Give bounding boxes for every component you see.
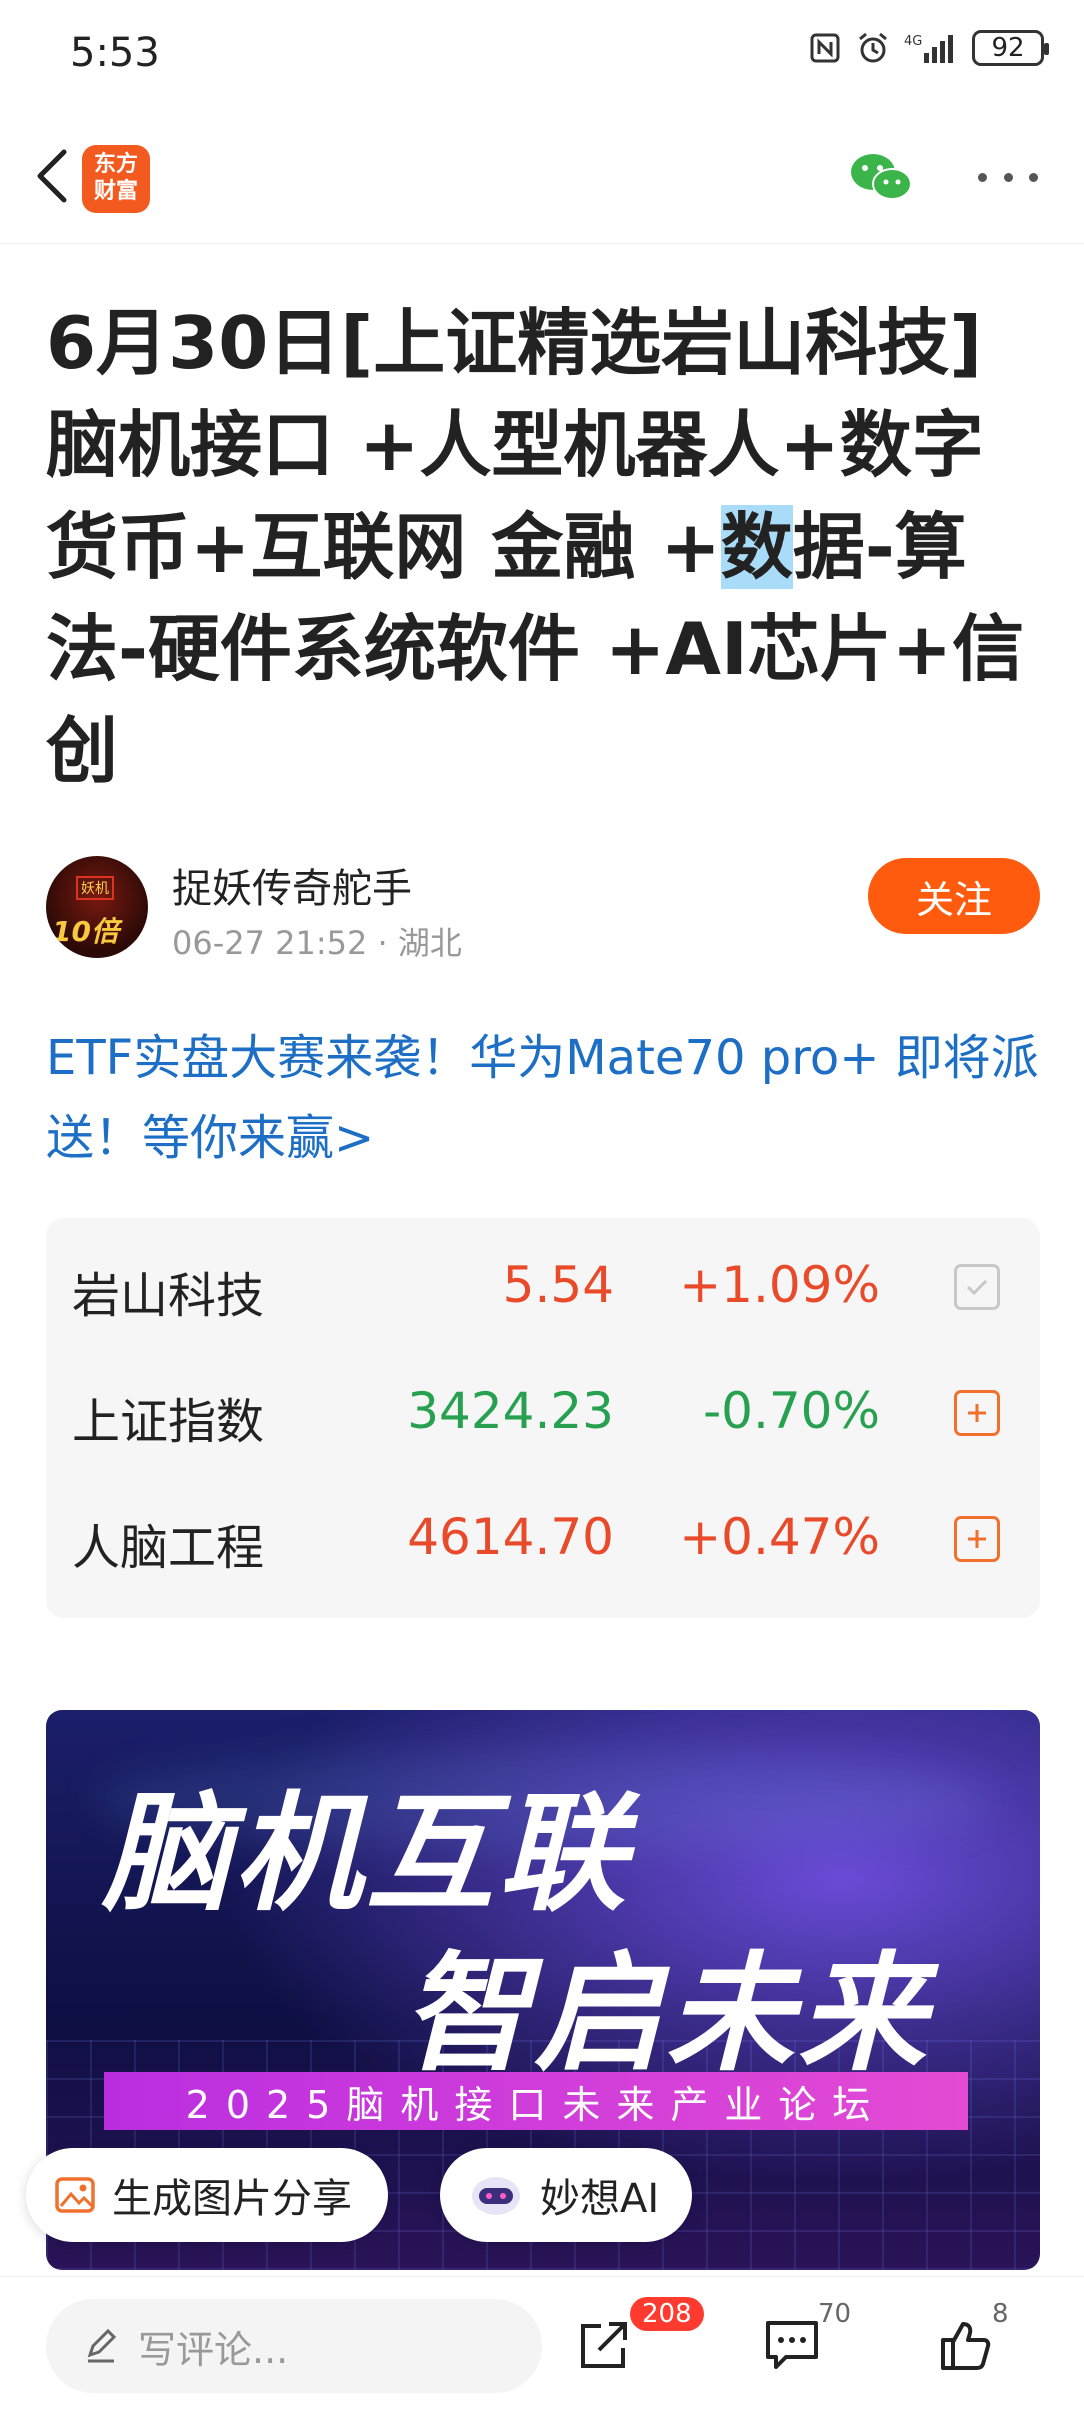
stock-price: 3424.23	[407, 1382, 614, 1440]
banner-headline-1: 脑机互联	[102, 1780, 631, 1929]
avatar[interactable]: 妖机 10倍	[46, 856, 148, 958]
author-row: 妖机 10倍 捉妖传奇舵手 06-27 21:52 · 湖北 关注	[46, 856, 1040, 966]
thumbs-up-icon	[941, 2322, 991, 2370]
bottom-action-bar: 写评论... 208 70 8	[0, 2276, 1084, 2412]
status-bar: 5:53 4G 92	[0, 0, 1084, 110]
add-to-watchlist-button[interactable]	[954, 1516, 1000, 1562]
wechat-icon	[851, 154, 912, 200]
avatar-text-top: 妖机	[76, 876, 114, 900]
check-icon	[966, 1279, 988, 1296]
like-count: 8	[992, 2299, 1009, 2329]
stock-change: -0.70%	[703, 1382, 880, 1440]
related-stocks-card: 岩山科技 5.54 +1.09% 上证指数 3424.23 -0.70% 人脑工…	[46, 1218, 1040, 1618]
comment-count: 70	[818, 2299, 852, 2329]
app-logo: 东方 财富	[82, 145, 150, 213]
more-options-button[interactable]	[978, 162, 1038, 192]
back-button[interactable]	[22, 146, 82, 206]
comment-icon	[766, 2321, 818, 2369]
follow-button[interactable]: 关注	[868, 858, 1040, 934]
avatar-text-bottom: 10倍	[52, 915, 119, 948]
stock-change: +0.47%	[679, 1508, 880, 1566]
alarm-icon	[856, 31, 890, 65]
ai-label: 妙想AI	[540, 2176, 660, 2222]
promo-link[interactable]: ETF实盘大赛来袭！华为Mate70 pro+ 即将派送！等你来赢>	[46, 1018, 1046, 1178]
pencil-icon	[87, 2328, 117, 2363]
status-time: 5:53	[70, 30, 160, 76]
stock-name: 岩山科技	[72, 1268, 265, 1324]
nfc-icon	[808, 31, 842, 65]
status-icons: 4G 92	[808, 30, 1049, 66]
image-icon	[55, 2177, 95, 2213]
stock-name: 上证指数	[72, 1394, 265, 1450]
dot-icon	[1003, 172, 1013, 182]
banner-subtitle: 2025脑机接口未来产业论坛	[104, 2072, 968, 2130]
share-label: 生成图片分享	[112, 2176, 352, 2222]
add-to-watchlist-button[interactable]	[954, 1390, 1000, 1436]
svg-text:4G: 4G	[904, 34, 922, 49]
logo-text-2: 财富	[93, 179, 138, 204]
article-title: 6月30日[上证精选岩山科技]脑机接口 +人型机器人+数字货币+互联网 金融 +…	[46, 292, 1046, 802]
author-name[interactable]: 捉妖传奇舵手	[172, 856, 412, 914]
stock-price: 5.54	[502, 1256, 614, 1314]
banner-headline-2: 智启未来	[402, 1940, 931, 2089]
ai-assistant-button[interactable]: 妙想AI	[440, 2148, 692, 2242]
battery-icon: 92	[972, 30, 1049, 66]
plus-icon	[968, 1404, 986, 1422]
logo-text-1: 东方	[93, 152, 138, 177]
chevron-left-icon	[37, 149, 67, 203]
plus-icon	[968, 1530, 986, 1548]
title-selected-char: 数	[720, 505, 793, 589]
stock-row[interactable]: 岩山科技 5.54 +1.09%	[46, 1218, 1040, 1344]
dot-icon	[978, 172, 987, 182]
comment-input[interactable]: 写评论...	[46, 2299, 542, 2393]
post-meta: 06-27 21:52 · 湖北	[172, 924, 462, 962]
robot-icon	[472, 2177, 520, 2215]
dot-icon	[1029, 172, 1038, 182]
wechat-share-button[interactable]	[848, 150, 914, 206]
watchlist-added-button[interactable]	[954, 1264, 1000, 1310]
signal-icon: 4G	[904, 31, 958, 65]
app-header: 东方 财富	[0, 110, 1084, 244]
stock-price: 4614.70	[407, 1508, 614, 1566]
stock-change: +1.09%	[679, 1256, 880, 1314]
stock-row[interactable]: 人脑工程 4614.70 +0.47%	[46, 1470, 1040, 1596]
share-icon	[581, 2322, 627, 2368]
stock-name: 人脑工程	[72, 1520, 265, 1576]
comment-placeholder: 写评论...	[138, 2327, 289, 2372]
generate-image-share-button[interactable]: 生成图片分享	[26, 2148, 388, 2242]
stock-row[interactable]: 上证指数 3424.23 -0.70%	[46, 1344, 1040, 1470]
share-count-badge: 208	[630, 2297, 704, 2331]
